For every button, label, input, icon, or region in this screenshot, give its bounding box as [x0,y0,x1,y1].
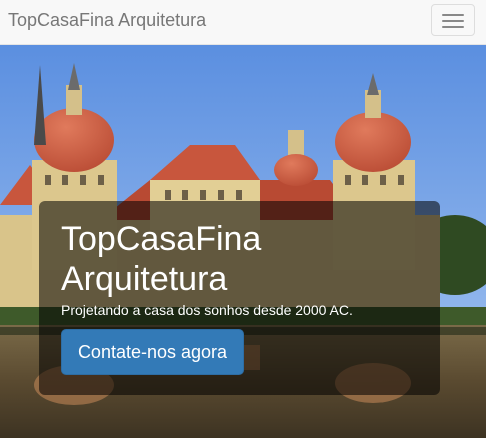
navbar-toggle-button[interactable] [431,4,475,36]
hero-headline: TopCasaFina Arquitetura [61,220,262,298]
contact-us-button[interactable]: Contate-nos agora [61,329,244,375]
navbar: TopCasaFina Arquitetura [0,0,486,45]
hero-tagline: Projetando a casa dos sonhos desde 2000 … [61,302,353,318]
navbar-brand[interactable]: TopCasaFina Arquitetura [8,10,206,31]
